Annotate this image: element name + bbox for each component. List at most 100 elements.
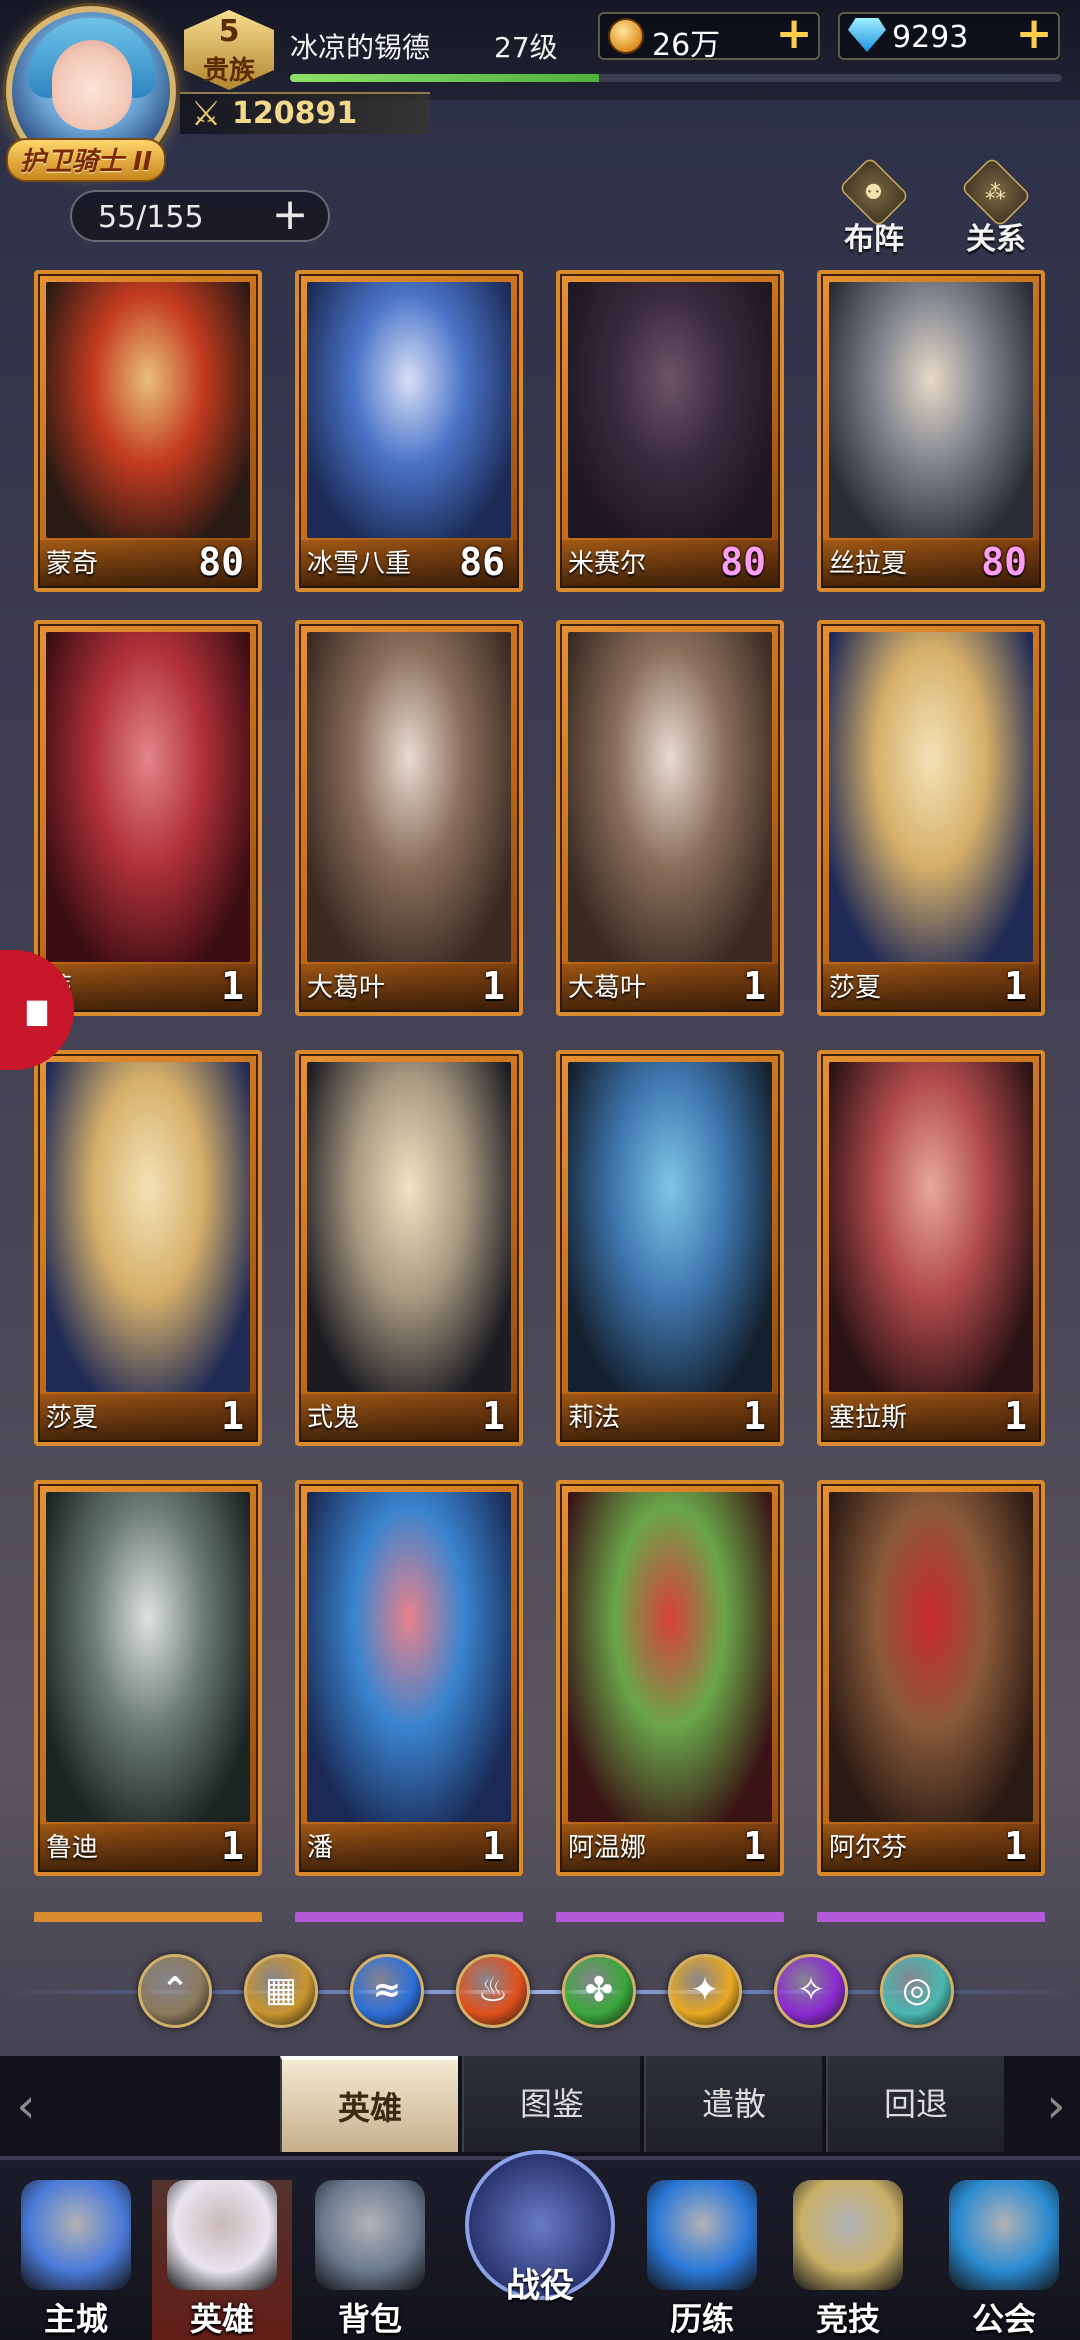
tab-2[interactable]: 遣散 [644, 2056, 822, 2152]
hero-name: 蒙奇 [46, 549, 99, 579]
hero-card-partial[interactable] [817, 1912, 1045, 1922]
hero-level: 1 [743, 964, 766, 1008]
nav-label: 公会 [971, 2300, 1036, 2338]
tab-0[interactable]: 英雄 [280, 2056, 458, 2152]
wind-element-icon[interactable]: ✤ [562, 1954, 636, 2028]
hero-name: 塞拉斯 [829, 1403, 908, 1433]
hero-card-partial[interactable] [556, 1912, 784, 1922]
hero-card[interactable]: 大葛叶 1 [556, 620, 784, 1016]
player-title-badge: 护卫骑士 II [6, 138, 166, 182]
nav-sword-shield[interactable]: 竞技 [778, 2180, 918, 2340]
nav-label: 背包 [337, 2300, 402, 2338]
combat-power: 120891 [232, 96, 358, 131]
nav-label: 竞技 [815, 2300, 880, 2338]
hero-name: 潘 [307, 1833, 334, 1863]
hero-level: 1 [743, 1394, 766, 1438]
hero-card-partial[interactable] [295, 1912, 523, 1922]
hero-level: 80 [198, 540, 244, 584]
hero-card[interactable]: 冰雪八重 86 [295, 270, 523, 592]
formation-button[interactable]: ⚉ 布阵 [826, 156, 922, 264]
hero-portrait [46, 282, 250, 538]
hero-name: 阿尔芬 [829, 1833, 908, 1863]
grid-all-icon[interactable]: ▦ [244, 1954, 318, 2028]
chevrons-up-icon[interactable]: ⌃ [138, 1954, 212, 2028]
nav-label: 主城 [43, 2300, 108, 2338]
hero-card[interactable]: 塞拉斯 1 [817, 1050, 1045, 1446]
hero-name: 式鬼 [307, 1403, 360, 1433]
hero-name: 冰雪八重 [307, 549, 412, 579]
expand-hero-slots-button[interactable]: + [262, 190, 318, 242]
hero-name: 阿温娜 [568, 1833, 647, 1863]
player-name: 冰凉的锡德 [290, 31, 431, 64]
relations-button[interactable]: ⁂ 关系 [948, 156, 1044, 264]
hero-card[interactable]: 潘1 [295, 1480, 523, 1876]
hero-card[interactable]: 阿温娜 1 [556, 1480, 784, 1876]
vip-label: 贵族 [202, 56, 255, 86]
hero-portrait [307, 1492, 511, 1822]
hero-name: 米赛尔 [568, 549, 647, 579]
hero-name: 莎夏 [829, 973, 882, 1003]
gold-amount: 26万 [652, 28, 721, 63]
hero-level: 1 [482, 1824, 505, 1868]
tab-1[interactable]: 图鉴 [462, 2056, 640, 2152]
gem-amount: 9293 [892, 20, 969, 55]
player-level: 27级 [494, 31, 558, 64]
hero-portrait [829, 1062, 1033, 1392]
hero-card[interactable]: 大葛叶 1 [295, 620, 523, 1016]
hero-portrait [568, 632, 772, 962]
hero-card[interactable]: 丝拉夏 80 [817, 270, 1045, 592]
hero-card[interactable]: 阿尔芬 1 [817, 1480, 1045, 1876]
hero-name: 鲁迪 [46, 1833, 99, 1863]
sword-shield-icon [793, 2180, 903, 2290]
add-gold-button[interactable]: + [772, 12, 816, 58]
hero-card[interactable]: 莎夏 1 [817, 620, 1045, 1016]
tab-scroll-right-icon[interactable]: › [1036, 2066, 1076, 2146]
hero-portrait [46, 632, 250, 962]
hero-portrait [829, 1492, 1033, 1822]
hero-level: 1 [1004, 964, 1027, 1008]
add-gems-button[interactable]: + [1012, 12, 1056, 58]
hero-portrait [568, 1062, 772, 1392]
hero-card[interactable]: 式鬼 1 [295, 1050, 523, 1446]
nav-label: 战役 [506, 2266, 574, 2306]
hero-card[interactable]: 蒂1 [34, 620, 262, 1016]
hero-card[interactable]: 莉法 1 [556, 1050, 784, 1446]
hero-level: 1 [221, 1824, 244, 1868]
crossed-swords-icon: ⚔ [190, 94, 222, 134]
hero-level: 1 [743, 1824, 766, 1868]
hero-name: 大葛叶 [568, 973, 647, 1003]
tab-3[interactable]: 回退 [826, 2056, 1004, 2152]
nav-crossed-swords[interactable]: 战役 [464, 2150, 616, 2330]
hero-card[interactable]: 米赛尔 80 [556, 270, 784, 592]
hero-level: 80 [981, 540, 1027, 584]
light-element-icon[interactable]: ✦ [668, 1954, 742, 2028]
hero-count: 55/155 [98, 200, 204, 235]
coin-icon [608, 18, 644, 54]
nav-backpack[interactable]: 背包 [300, 2180, 440, 2340]
hero-card[interactable]: 鲁迪 1 [34, 1480, 262, 1876]
hexagram-icon [647, 2180, 757, 2290]
hero-card-partial[interactable] [34, 1912, 262, 1922]
nav-castle[interactable]: 主城 [6, 2180, 146, 2340]
nav-hexagram[interactable]: 历练 [632, 2180, 772, 2340]
hero-level: 1 [221, 1394, 244, 1438]
tab-scroll-left-icon[interactable]: ‹ [6, 2066, 46, 2146]
dark-element-icon[interactable]: ✧ [774, 1954, 848, 2028]
chaos-element-icon[interactable]: ◎ [880, 1954, 954, 2028]
hero-portrait [568, 282, 772, 538]
hero-portrait [568, 1492, 772, 1822]
nav-guild-shield[interactable]: 公会 [934, 2180, 1074, 2340]
hero-level: 1 [1004, 1824, 1027, 1868]
hero-portrait [307, 1062, 511, 1392]
hero-level: 86 [459, 540, 505, 584]
fire-element-icon[interactable]: ♨ [456, 1954, 530, 2028]
hero-card[interactable]: 蒙奇 80 [34, 270, 262, 592]
nav-hero-portrait[interactable]: 英雄 [152, 2180, 292, 2340]
castle-icon [21, 2180, 131, 2290]
exp-bar [290, 74, 1062, 82]
hero-level: 1 [221, 964, 244, 1008]
nav-label: 历练 [669, 2300, 734, 2338]
water-element-icon[interactable]: ≈ [350, 1954, 424, 2028]
hero-card[interactable]: 莎夏 1 [34, 1050, 262, 1446]
hero-portrait [829, 282, 1033, 538]
